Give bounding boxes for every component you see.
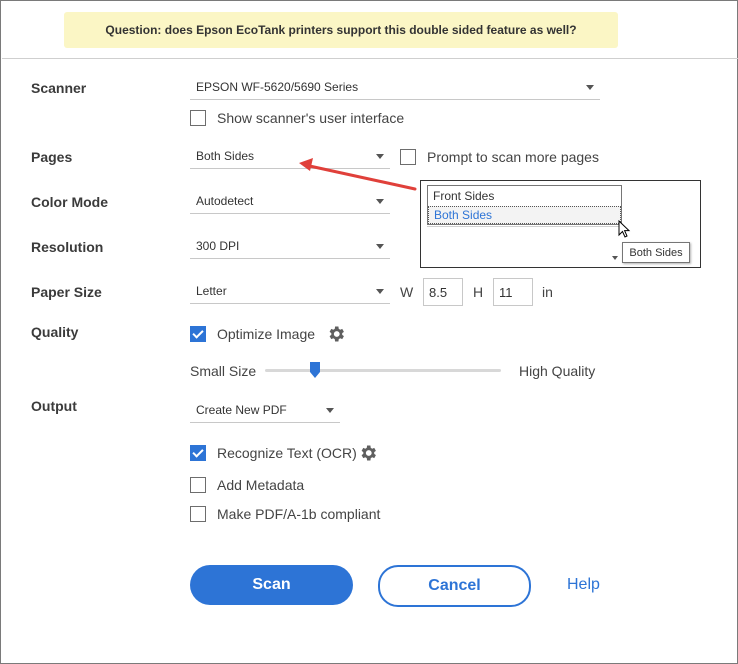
- optimize-image-checkbox[interactable]: [190, 326, 206, 342]
- pages-options-list: Front Sides Both Sides: [427, 185, 622, 225]
- ocr-checkbox[interactable]: [190, 445, 206, 461]
- paper-size-dropdown-value: Letter: [196, 284, 227, 298]
- chevron-down-icon: [586, 85, 594, 90]
- resolution-dropdown-value: 300 DPI: [196, 239, 240, 253]
- small-size-label: Small Size: [190, 363, 257, 379]
- add-metadata-checkbox[interactable]: [190, 477, 206, 493]
- height-label: H: [473, 284, 484, 300]
- divider: [2, 58, 738, 59]
- ocr-label: Recognize Text (OCR): [217, 445, 357, 461]
- color-mode-dropdown-value: Autodetect: [196, 194, 254, 208]
- scanner-label: Scanner: [31, 80, 87, 96]
- color-mode-label: Color Mode: [31, 194, 108, 210]
- scan-dialog: Question: does Epson EcoTank printers su…: [0, 0, 738, 664]
- quality-slider-track[interactable]: [265, 369, 501, 372]
- scanner-dropdown-value: EPSON WF-5620/5690 Series: [196, 80, 359, 94]
- output-label: Output: [31, 398, 77, 414]
- pdfa-checkbox[interactable]: [190, 506, 206, 522]
- scan-button[interactable]: Scan: [190, 565, 353, 605]
- inset-underline: [427, 226, 622, 227]
- chevron-down-icon: [376, 244, 384, 249]
- gear-icon[interactable]: [358, 443, 378, 463]
- quality-slider-thumb[interactable]: [309, 362, 320, 378]
- option-both-sides[interactable]: Both Sides: [428, 206, 621, 224]
- width-label: W: [400, 284, 414, 300]
- gear-icon[interactable]: [326, 324, 346, 344]
- high-quality-label: High Quality: [519, 363, 596, 379]
- mouse-cursor-icon: [618, 220, 631, 238]
- width-input[interactable]: 8.5: [423, 278, 463, 306]
- chevron-down-icon: [612, 256, 618, 260]
- tooltip: Both Sides: [622, 242, 690, 263]
- height-input[interactable]: 11: [493, 278, 533, 306]
- cancel-button[interactable]: Cancel: [378, 565, 531, 607]
- paper-size-label: Paper Size: [31, 284, 102, 300]
- output-dropdown[interactable]: Create New PDF: [190, 398, 340, 423]
- chevron-down-icon: [376, 199, 384, 204]
- output-dropdown-value: Create New PDF: [196, 403, 287, 417]
- pages-label: Pages: [31, 149, 73, 165]
- question-note: Question: does Epson EcoTank printers su…: [64, 12, 618, 48]
- unit-label: in: [542, 284, 553, 300]
- question-note-text: Question: does Epson EcoTank printers su…: [105, 23, 577, 37]
- optimize-image-label: Optimize Image: [217, 326, 316, 342]
- option-front-sides[interactable]: Front Sides: [428, 187, 621, 205]
- add-metadata-label: Add Metadata: [217, 477, 305, 493]
- resolution-label: Resolution: [31, 239, 104, 255]
- scanner-dropdown[interactable]: EPSON WF-5620/5690 Series: [190, 75, 600, 100]
- show-scanner-ui-checkbox[interactable]: [190, 110, 206, 126]
- quality-label: Quality: [31, 324, 79, 340]
- paper-size-dropdown[interactable]: Letter: [190, 279, 390, 304]
- pdfa-label: Make PDF/A-1b compliant: [217, 506, 381, 522]
- chevron-down-icon: [326, 408, 334, 413]
- help-link[interactable]: Help: [567, 576, 600, 594]
- resolution-dropdown[interactable]: 300 DPI: [190, 234, 390, 259]
- prompt-more-pages-label: Prompt to scan more pages: [427, 149, 599, 165]
- annotation-arrow-icon: [299, 158, 417, 191]
- chevron-down-icon: [376, 289, 384, 294]
- pages-dropdown-value: Both Sides: [196, 149, 255, 163]
- show-scanner-ui-label: Show scanner's user interface: [217, 110, 405, 126]
